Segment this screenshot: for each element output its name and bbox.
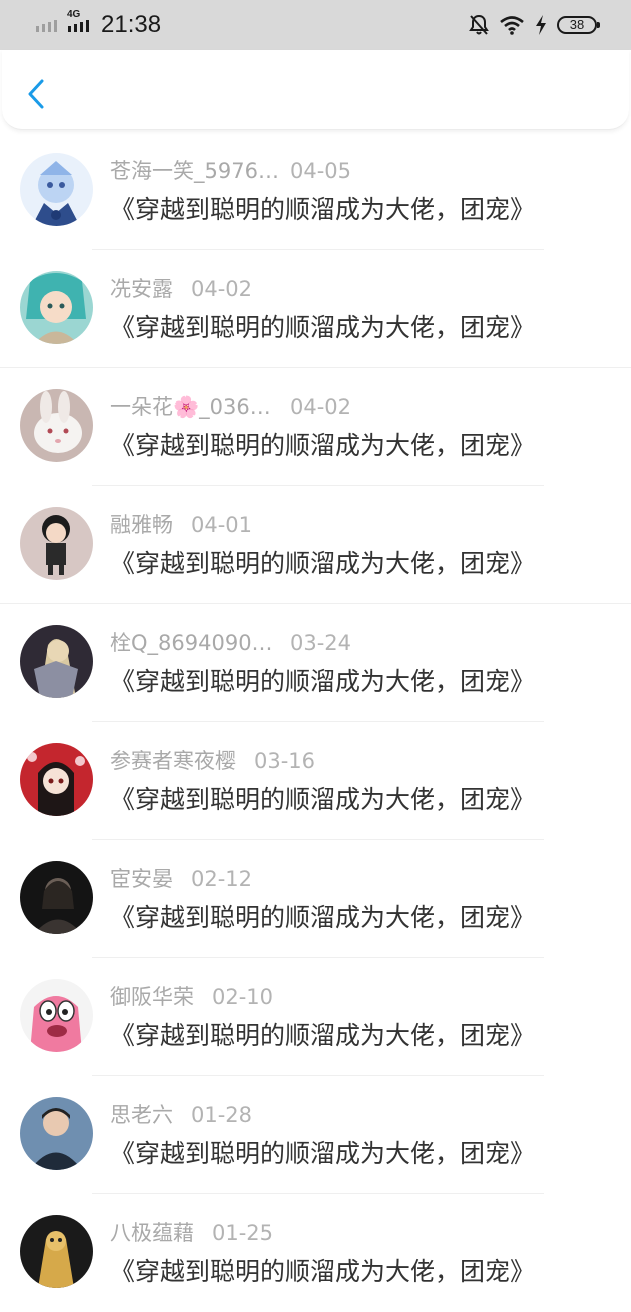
avatar[interactable] (20, 1097, 93, 1170)
list-item[interactable]: 一朵花🌸_036… 04-02 《穿越到聪明的顺溜成为大佬，团宠》 (0, 368, 631, 486)
nav-bar (2, 50, 629, 130)
avatar[interactable] (20, 743, 93, 816)
comment-text[interactable]: 《穿越到聪明的顺溜成为大佬，团宠》 (110, 426, 610, 466)
comment-text[interactable]: 《穿越到聪明的顺溜成为大佬，团宠》 (110, 1016, 610, 1056)
comment-meta: 苍海一笑_5976… 04-05 (110, 156, 351, 186)
comment-date: 02-12 (191, 867, 253, 891)
avatar[interactable] (20, 271, 93, 344)
comment-meta: 融雅畅 04-01 (110, 510, 252, 540)
comment-meta: 一朵花🌸_036… 04-02 (110, 392, 351, 422)
comment-date: 04-02 (290, 395, 352, 419)
clock: 21:38 (101, 11, 162, 38)
comment-date: 03-16 (254, 749, 316, 773)
username[interactable]: 一朵花🌸_036… (110, 392, 290, 422)
status-bar: 4G 21:38 38 (0, 0, 631, 50)
username[interactable]: 融雅畅 (110, 510, 173, 540)
comment-date: 01-25 (212, 1221, 274, 1245)
battery-icon: 38 (557, 16, 600, 34)
comment-text[interactable]: 《穿越到聪明的顺溜成为大佬，团宠》 (110, 544, 610, 584)
comment-text[interactable]: 《穿越到聪明的顺溜成为大佬，团宠》 (110, 1134, 610, 1174)
comment-meta: 冼安露 04-02 (110, 274, 252, 304)
list-item[interactable]: 融雅畅 04-01 《穿越到聪明的顺溜成为大佬，团宠》 (0, 486, 631, 604)
avatar[interactable] (20, 507, 93, 580)
username[interactable]: 栓Q_8694090… (110, 628, 290, 658)
chevron-left-icon (28, 79, 44, 109)
username[interactable]: 宦安晏 (110, 864, 173, 894)
comment-text[interactable]: 《穿越到聪明的顺溜成为大佬，团宠》 (110, 308, 610, 348)
comment-text[interactable]: 《穿越到聪明的顺溜成为大佬，团宠》 (110, 898, 610, 938)
list-item[interactable]: 宦安晏 02-12 《穿越到聪明的顺溜成为大佬，团宠》 (0, 840, 631, 958)
comment-meta: 御阪华荣 02-10 (110, 982, 273, 1012)
comment-date: 01-28 (191, 1103, 253, 1127)
username[interactable]: 思老六 (110, 1100, 173, 1130)
back-button[interactable] (18, 74, 54, 114)
avatar[interactable] (20, 861, 93, 934)
list-item[interactable]: 思老六 01-28 《穿越到聪明的顺溜成为大佬，团宠》 (0, 1076, 631, 1194)
list-item[interactable]: 参赛者寒夜樱 03-16 《穿越到聪明的顺溜成为大佬，团宠》 (0, 722, 631, 840)
username[interactable]: 御阪华荣 (110, 982, 194, 1012)
comment-text[interactable]: 《穿越到聪明的顺溜成为大佬，团宠》 (110, 662, 610, 702)
avatar[interactable] (20, 1215, 93, 1288)
wifi-icon (500, 16, 524, 35)
comment-date: 02-10 (212, 985, 274, 1009)
username[interactable]: 冼安露 (110, 274, 173, 304)
list-item[interactable]: 苍海一笑_5976… 04-05 《穿越到聪明的顺溜成为大佬，团宠》 (0, 132, 631, 250)
comment-meta: 参赛者寒夜樱 03-16 (110, 746, 315, 776)
avatar[interactable] (20, 625, 93, 698)
comment-meta: 思老六 01-28 (110, 1100, 252, 1130)
comment-meta: 宦安晏 02-12 (110, 864, 252, 894)
comment-meta: 八极蕴藉 01-25 (110, 1218, 273, 1248)
comment-meta: 栓Q_8694090… 03-24 (110, 628, 351, 658)
comment-date: 04-02 (191, 277, 253, 301)
comment-date: 04-01 (191, 513, 253, 537)
username[interactable]: 苍海一笑_5976… (110, 156, 290, 186)
list-item[interactable]: 栓Q_8694090… 03-24 《穿越到聪明的顺溜成为大佬，团宠》 (0, 604, 631, 722)
comment-date: 03-24 (290, 631, 352, 655)
comment-date: 04-05 (290, 159, 352, 183)
avatar[interactable] (20, 153, 93, 226)
avatar[interactable] (20, 389, 93, 462)
list-item[interactable]: 冼安露 04-02 《穿越到聪明的顺溜成为大佬，团宠》 (0, 250, 631, 368)
charging-icon (536, 15, 546, 35)
comment-list: 苍海一笑_5976… 04-05 《穿越到聪明的顺溜成为大佬，团宠》 冼安露 0… (0, 132, 631, 1312)
list-item[interactable]: 八极蕴藉 01-25 《穿越到聪明的顺溜成为大佬，团宠》 (0, 1194, 631, 1312)
avatar[interactable] (20, 979, 93, 1052)
comment-text[interactable]: 《穿越到聪明的顺溜成为大佬，团宠》 (110, 190, 610, 230)
username[interactable]: 八极蕴藉 (110, 1218, 194, 1248)
comment-text[interactable]: 《穿越到聪明的顺溜成为大佬，团宠》 (110, 780, 610, 820)
battery-level: 38 (569, 17, 585, 32)
username[interactable]: 参赛者寒夜樱 (110, 746, 236, 776)
bell-off-icon (469, 14, 489, 35)
signal-icon (36, 20, 89, 32)
status-icons: 38 (469, 11, 600, 39)
network-type: 4G (67, 9, 81, 20)
comment-text[interactable]: 《穿越到聪明的顺溜成为大佬，团宠》 (110, 1252, 610, 1292)
list-item[interactable]: 御阪华荣 02-10 《穿越到聪明的顺溜成为大佬，团宠》 (0, 958, 631, 1076)
